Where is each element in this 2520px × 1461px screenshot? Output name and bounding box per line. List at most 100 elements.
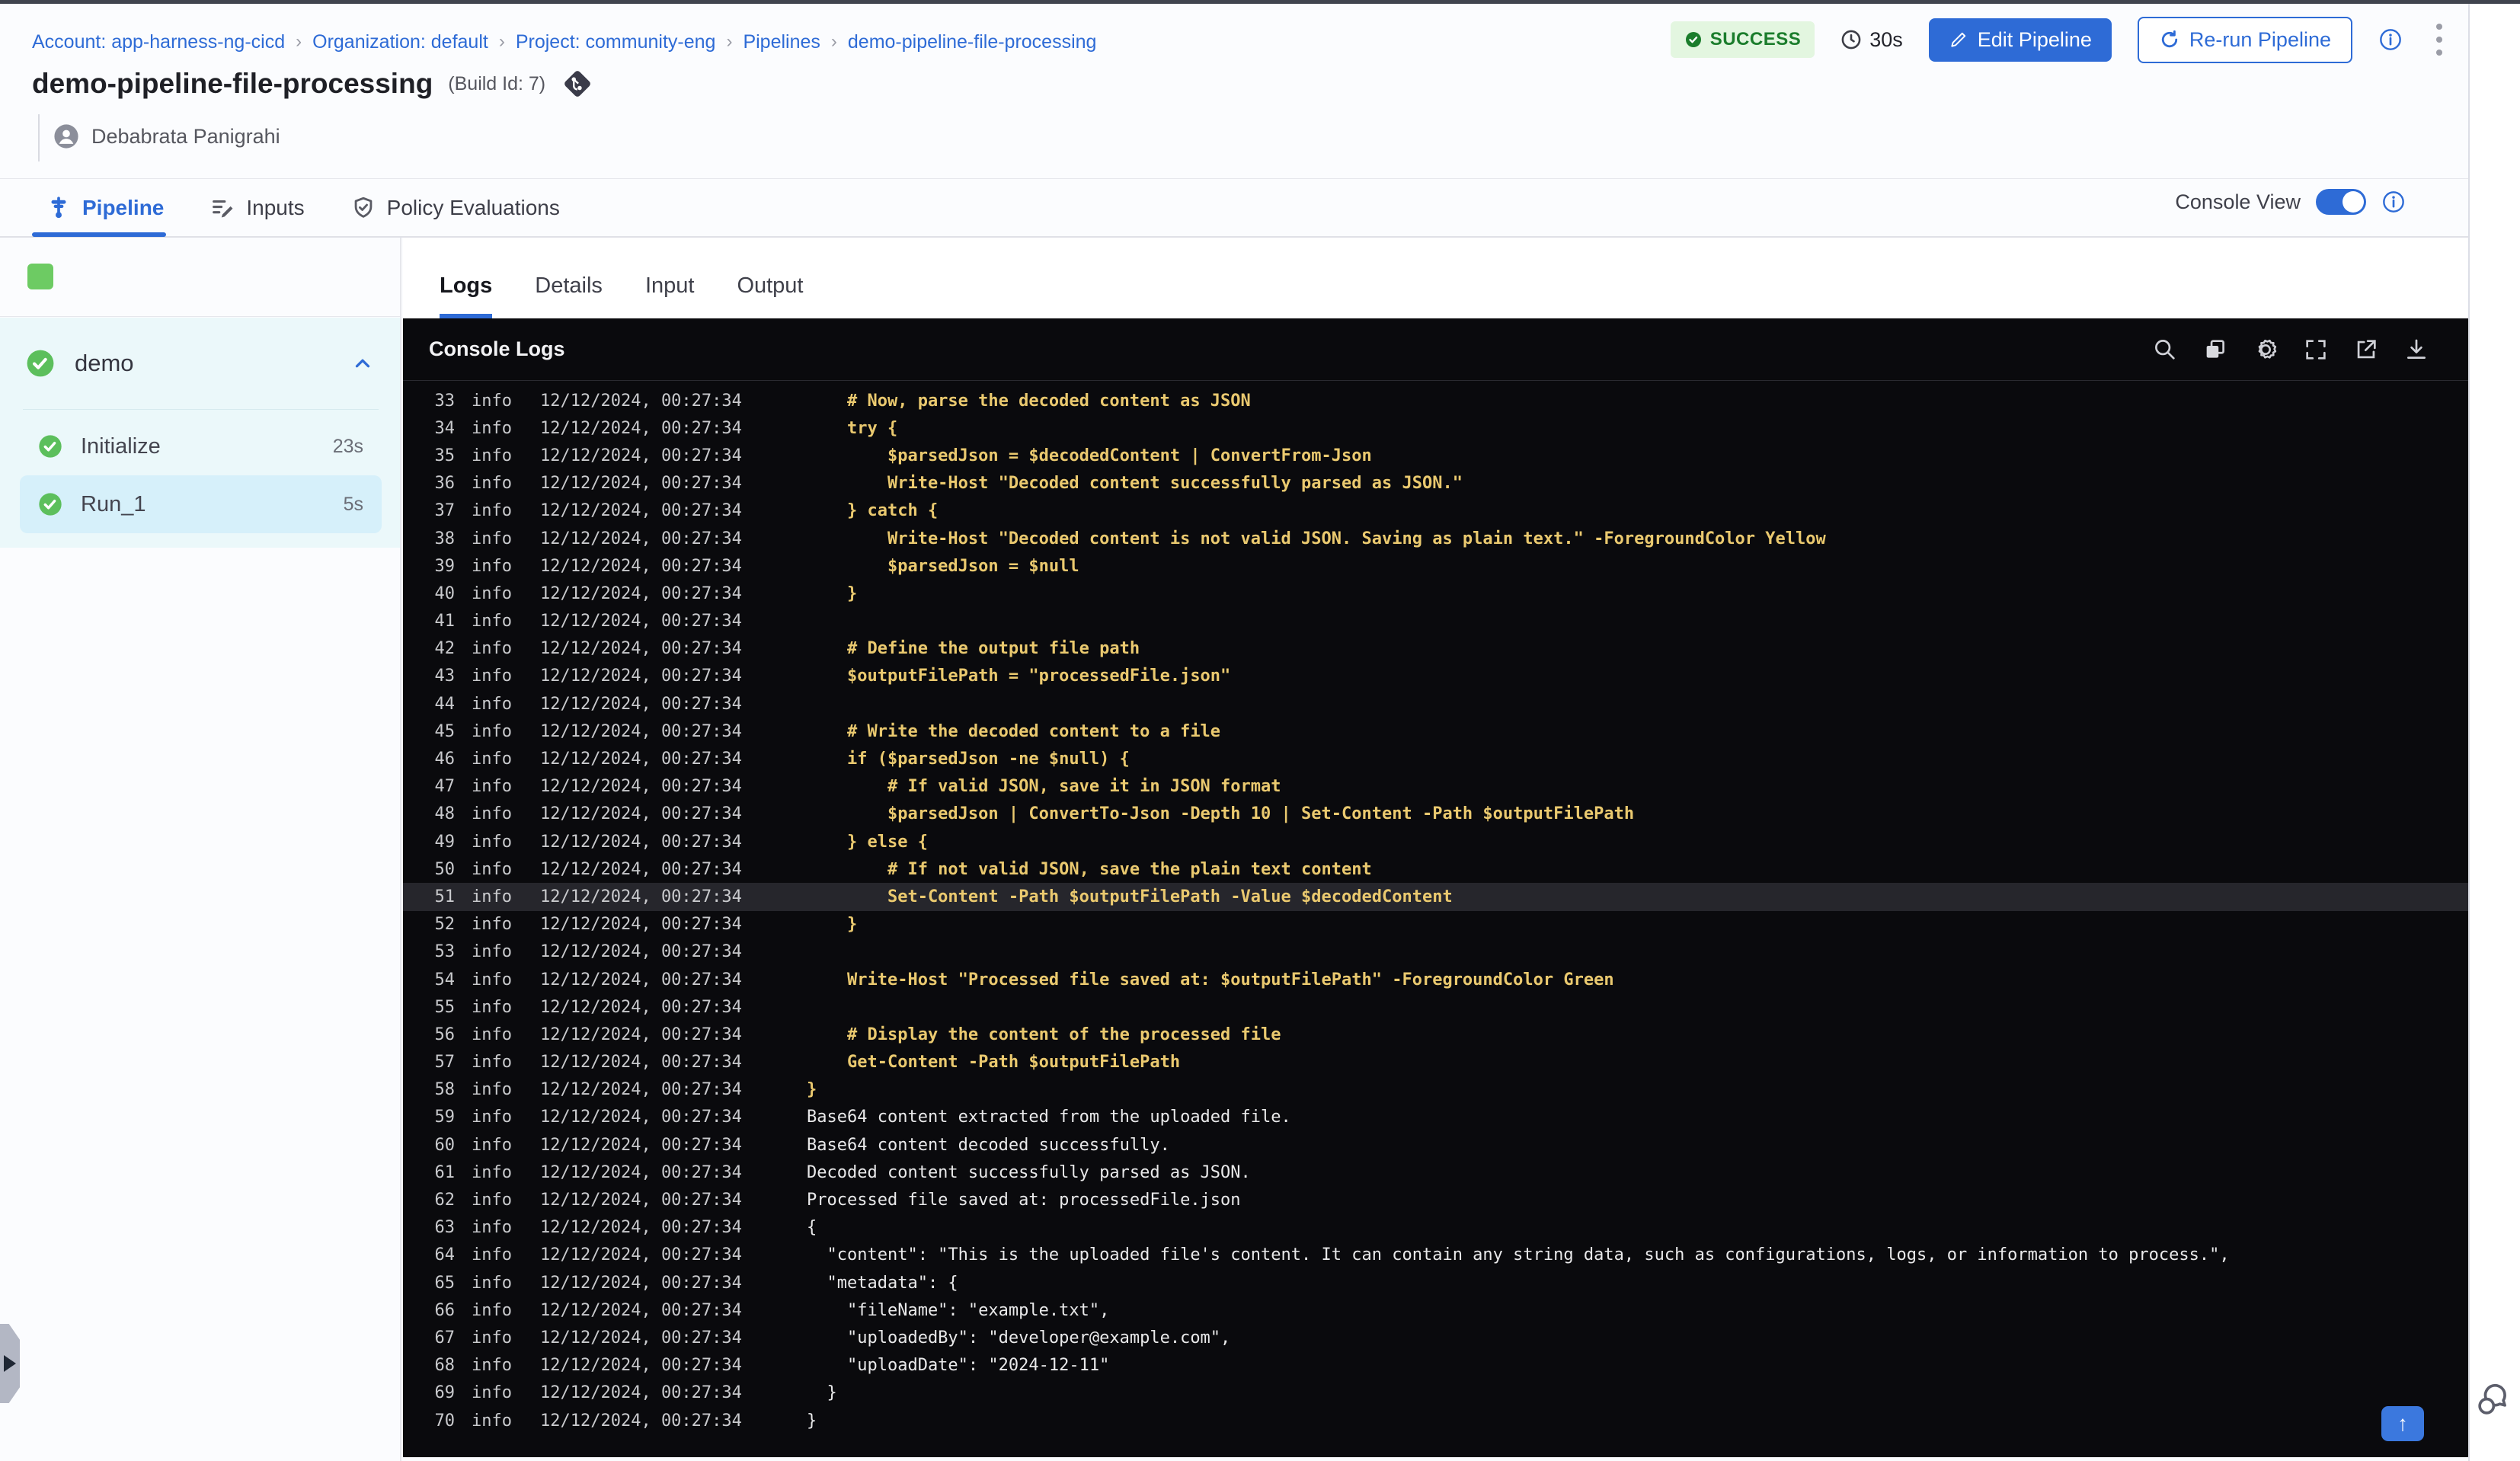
log-row[interactable]: 70 info 12/12/2024, 00:27:34 } xyxy=(403,1407,2468,1434)
step-row[interactable]: Run_1 5s xyxy=(20,475,382,533)
log-row[interactable]: 49 info 12/12/2024, 00:27:34 } else { xyxy=(403,828,2468,855)
log-row[interactable]: 54 info 12/12/2024, 00:27:34 Write-Host … xyxy=(403,966,2468,993)
log-row[interactable]: 63 info 12/12/2024, 00:27:34 { xyxy=(403,1214,2468,1242)
breadcrumb-item[interactable]: demo-pipeline-file-processing › xyxy=(848,31,1097,53)
log-level: info xyxy=(472,915,512,935)
tab-inputs[interactable]: Inputs xyxy=(209,179,305,236)
scroll-to-top-button[interactable]: ↑ xyxy=(2381,1406,2424,1441)
log-row[interactable]: 66 info 12/12/2024, 00:27:34 "fileName":… xyxy=(403,1296,2468,1324)
breadcrumb-link[interactable]: demo-pipeline-file-processing xyxy=(848,31,1097,53)
stage-header-demo[interactable]: demo xyxy=(0,318,400,409)
log-timestamp: 12/12/2024, 00:27:34 xyxy=(540,1383,742,1403)
log-row[interactable]: 60 info 12/12/2024, 00:27:34 Base64 cont… xyxy=(403,1131,2468,1159)
log-row[interactable]: 52 info 12/12/2024, 00:27:34 } xyxy=(403,911,2468,938)
tab-pipeline[interactable]: Pipeline xyxy=(46,179,164,236)
breadcrumb-link[interactable]: Organization: default xyxy=(312,31,488,53)
pipeline-icon xyxy=(51,196,66,218)
log-row[interactable]: 58 info 12/12/2024, 00:27:34 } xyxy=(403,1076,2468,1104)
log-timestamp: 12/12/2024, 00:27:34 xyxy=(540,1218,742,1238)
breadcrumb-item[interactable]: Account: app-harness-ng-cicd › xyxy=(32,31,312,53)
log-row[interactable]: 64 info 12/12/2024, 00:27:34 "content": … xyxy=(403,1242,2468,1269)
tab-details[interactable]: Details xyxy=(535,273,603,318)
breadcrumb-link[interactable]: Account: app-harness-ng-cicd xyxy=(32,31,285,53)
log-row[interactable]: 38 info 12/12/2024, 00:27:34 Write-Host … xyxy=(403,525,2468,552)
breadcrumb-item[interactable]: Organization: default › xyxy=(312,31,516,53)
log-row[interactable]: 36 info 12/12/2024, 00:27:34 Write-Host … xyxy=(403,470,2468,497)
log-level: info xyxy=(472,1328,512,1348)
log-row[interactable]: 41 info 12/12/2024, 00:27:34 xyxy=(403,608,2468,635)
log-row[interactable]: 55 info 12/12/2024, 00:27:34 xyxy=(403,993,2468,1021)
status-badge: SUCCESS xyxy=(1670,21,1815,58)
log-line-number: 60 xyxy=(434,1135,456,1155)
breadcrumb-item[interactable]: Pipelines › xyxy=(743,31,847,53)
main-tabbar: Pipeline Inputs Policy Evaluations xyxy=(0,178,2468,238)
log-row[interactable]: 67 info 12/12/2024, 00:27:34 "uploadedBy… xyxy=(403,1324,2468,1351)
chevron-right-icon: › xyxy=(296,31,302,52)
log-row[interactable]: 62 info 12/12/2024, 00:27:34 Processed f… xyxy=(403,1186,2468,1213)
header-actions: SUCCESS 30s Edit Pipeline Re-run Pipelin… xyxy=(1670,16,2450,63)
chevron-up-icon[interactable] xyxy=(351,352,374,375)
open-in-new-icon[interactable] xyxy=(2352,336,2380,363)
log-row[interactable]: 34 info 12/12/2024, 00:27:34 try { xyxy=(403,414,2468,442)
stage-status-square[interactable] xyxy=(27,264,53,289)
fullscreen-icon[interactable] xyxy=(2302,336,2330,363)
log-row[interactable]: 46 info 12/12/2024, 00:27:34 if ($parsed… xyxy=(403,745,2468,772)
log-row[interactable]: 53 info 12/12/2024, 00:27:34 xyxy=(403,938,2468,966)
log-timestamp: 12/12/2024, 00:27:34 xyxy=(540,612,742,631)
log-row[interactable]: 61 info 12/12/2024, 00:27:34 Decoded con… xyxy=(403,1159,2468,1186)
log-level: info xyxy=(472,1162,512,1182)
info-icon[interactable] xyxy=(2381,190,2406,214)
chat-support-icon[interactable] xyxy=(2474,1379,2514,1418)
console-log-body[interactable]: 33 info 12/12/2024, 00:27:34 # Now, pars… xyxy=(403,381,2468,1457)
log-line-number: 55 xyxy=(434,997,456,1017)
log-level: info xyxy=(472,556,512,576)
tab-input[interactable]: Input xyxy=(645,273,695,318)
log-row[interactable]: 69 info 12/12/2024, 00:27:34 } xyxy=(403,1379,2468,1407)
log-row[interactable]: 50 info 12/12/2024, 00:27:34 # If not va… xyxy=(403,855,2468,883)
log-row[interactable]: 56 info 12/12/2024, 00:27:34 # Display t… xyxy=(403,1021,2468,1048)
expand-panel-handle[interactable] xyxy=(0,1324,20,1403)
log-level: info xyxy=(472,1356,512,1376)
log-row[interactable]: 59 info 12/12/2024, 00:27:34 Base64 cont… xyxy=(403,1104,2468,1131)
copy-icon[interactable] xyxy=(2202,336,2229,363)
search-icon[interactable] xyxy=(2151,336,2179,363)
log-text: Decoded content successfully parsed as J… xyxy=(807,1162,1251,1182)
log-row[interactable]: 35 info 12/12/2024, 00:27:34 $parsedJson… xyxy=(403,442,2468,469)
breadcrumb-link[interactable]: Pipelines xyxy=(743,31,820,53)
log-row[interactable]: 65 info 12/12/2024, 00:27:34 "metadata":… xyxy=(403,1269,2468,1296)
log-lines: 33 info 12/12/2024, 00:27:34 # Now, pars… xyxy=(403,381,2468,1434)
log-row[interactable]: 37 info 12/12/2024, 00:27:34 } catch { xyxy=(403,497,2468,525)
breadcrumb-link[interactable]: Project: community-eng xyxy=(516,31,716,53)
gear-icon[interactable] xyxy=(2252,336,2279,363)
log-row[interactable]: 47 info 12/12/2024, 00:27:34 # If valid … xyxy=(403,773,2468,801)
log-row[interactable]: 42 info 12/12/2024, 00:27:34 # Define th… xyxy=(403,635,2468,663)
tab-inputs-label: Inputs xyxy=(246,195,305,219)
log-text: } xyxy=(807,915,858,935)
log-row[interactable]: 68 info 12/12/2024, 00:27:34 "uploadDate… xyxy=(403,1352,2468,1379)
info-icon[interactable] xyxy=(2378,27,2403,52)
tab-policy-evaluations[interactable]: Policy Evaluations xyxy=(350,179,560,236)
edit-pipeline-button[interactable]: Edit Pipeline xyxy=(1928,18,2112,62)
step-row[interactable]: Initialize 23s xyxy=(20,417,382,475)
log-row[interactable]: 39 info 12/12/2024, 00:27:34 $parsedJson… xyxy=(403,552,2468,580)
rerun-pipeline-label: Re-run Pipeline xyxy=(2189,27,2331,51)
log-row[interactable]: 48 info 12/12/2024, 00:27:34 $parsedJson… xyxy=(403,801,2468,828)
log-row[interactable]: 44 info 12/12/2024, 00:27:34 xyxy=(403,690,2468,718)
rerun-pipeline-button[interactable]: Re-run Pipeline xyxy=(2137,16,2352,63)
download-icon[interactable] xyxy=(2403,336,2430,363)
log-row[interactable]: 33 info 12/12/2024, 00:27:34 # Now, pars… xyxy=(403,387,2468,414)
log-row[interactable]: 51 info 12/12/2024, 00:27:34 Set-Content… xyxy=(403,883,2468,911)
tab-logs[interactable]: Logs xyxy=(440,273,493,318)
tab-output[interactable]: Output xyxy=(737,273,803,318)
console-view-toggle[interactable] xyxy=(2316,189,2366,215)
log-row[interactable]: 43 info 12/12/2024, 00:27:34 $outputFile… xyxy=(403,663,2468,690)
log-row[interactable]: 45 info 12/12/2024, 00:27:34 # Write the… xyxy=(403,718,2468,745)
log-level: info xyxy=(472,583,512,603)
breadcrumb-item[interactable]: Project: community-eng › xyxy=(516,31,744,53)
log-text: "uploadDate": "2024-12-11" xyxy=(807,1356,1110,1376)
log-level: info xyxy=(472,418,512,438)
log-timestamp: 12/12/2024, 00:27:34 xyxy=(540,1245,742,1265)
log-row[interactable]: 40 info 12/12/2024, 00:27:34 } xyxy=(403,580,2468,607)
log-row[interactable]: 57 info 12/12/2024, 00:27:34 Get-Content… xyxy=(403,1049,2468,1076)
more-options-menu[interactable] xyxy=(2429,21,2450,59)
